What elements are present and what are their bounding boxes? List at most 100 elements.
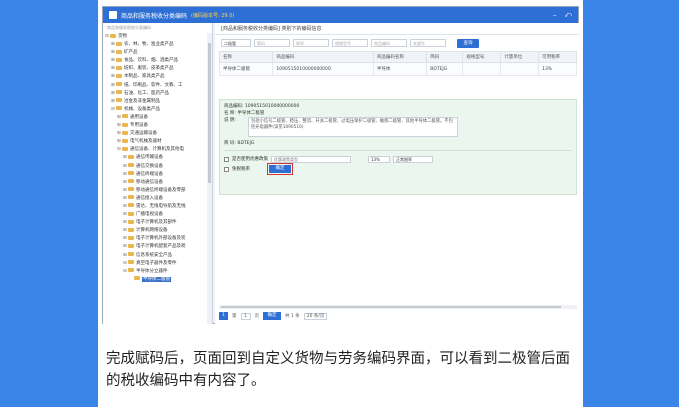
app-screenshot: 商品和服务税收分类编码 (编码版本号: 29.0) – ⤺ 商品和服务税收分类编… bbox=[102, 6, 579, 324]
folder-icon bbox=[128, 187, 134, 192]
tree-item[interactable]: 半导体二极管 bbox=[103, 276, 212, 284]
horizontal-scrollbar-thumb[interactable] bbox=[221, 306, 561, 308]
tree-item[interactable]: ⊞ 电子计算机配套产品及耗 bbox=[103, 243, 212, 251]
go-page-button[interactable]: 确定 bbox=[263, 312, 281, 320]
tree-item[interactable]: ⊞ 通信接入设备 bbox=[103, 195, 212, 203]
tree-scrollbar-thumb[interactable] bbox=[208, 43, 211, 183]
spec-input[interactable]: 规格型号 bbox=[332, 39, 368, 47]
column-header[interactable]: 规格型号 bbox=[462, 51, 502, 63]
column-header[interactable]: 商品编码名称 bbox=[372, 51, 428, 63]
preference-type-select[interactable]: 优惠政策类型 bbox=[271, 155, 351, 163]
table-header: 名称 商品编码 商品编码名称 简码 规格型号 计量单位 可用税率 bbox=[218, 51, 577, 63]
shortcode-input[interactable]: 简码 bbox=[254, 39, 290, 47]
tree-item[interactable]: ⊞ 矿产品 bbox=[103, 49, 212, 57]
folder-icon bbox=[122, 130, 128, 135]
table-row[interactable]: 半导体二极管 1090515010000000000 半导体 BDTEJG 13% bbox=[218, 62, 577, 76]
tree-item[interactable]: ⊞ 纸、印刷品、软件、文教、工 bbox=[103, 82, 212, 90]
minimize-icon[interactable]: – bbox=[553, 11, 557, 19]
page-input[interactable]: 1 bbox=[240, 312, 251, 320]
tree-item[interactable]: ⊞ 交通运输设备 bbox=[103, 130, 212, 138]
tree-item[interactable]: ⊞ 木制品、家具类产品 bbox=[103, 73, 212, 81]
confirm-highlight: 确定 bbox=[267, 163, 293, 175]
preference-checkbox[interactable] bbox=[224, 156, 229, 162]
product-code-input[interactable]: 商品编码 bbox=[371, 39, 407, 47]
folder-icon bbox=[116, 98, 122, 103]
folder-icon bbox=[128, 219, 134, 224]
detail-desc-row: 说 明: 包括小信号二极管、稳压、整流、开关二极管、过电压保护二极管、敏感二极管… bbox=[224, 117, 572, 140]
tax-free-row: 免税税率 确定 bbox=[224, 163, 572, 175]
folder-icon bbox=[122, 146, 128, 151]
tree-item[interactable]: ⊞ 移动通信设备 bbox=[103, 179, 212, 187]
tax-free-checkbox[interactable] bbox=[224, 166, 229, 172]
horizontal-scrollbar[interactable] bbox=[219, 305, 577, 309]
column-header[interactable]: 名称 bbox=[218, 51, 274, 63]
folder-icon bbox=[122, 138, 128, 143]
tree-item-label: 广播电视设备 bbox=[136, 212, 163, 218]
detail-desc-text[interactable]: 包括小信号二极管、稳压、整流、开关二极管、过电压保护二极管、敏感二极管、其他半导… bbox=[247, 117, 458, 137]
tree-item-label: 纺织、服装、皮革类产品 bbox=[124, 66, 174, 72]
code-panel: [商品和服务税收分类编码] 类别下的编码信息 二极管 简码 税率 规格型号 商品… bbox=[215, 23, 579, 324]
tree-item-label: 电子计算机外部设备及装 bbox=[136, 236, 186, 242]
tree-item[interactable]: ⊟ 货物 bbox=[103, 33, 212, 41]
tree-item[interactable]: ⊞ 雷达、无线电导航及无线 bbox=[103, 203, 212, 211]
tree-item-label: 通信传输设备 bbox=[136, 155, 163, 161]
tree-item-label: 移动通信设备 bbox=[136, 179, 163, 185]
tree-item[interactable]: ⊞ 农、林、牧、渔业类产品 bbox=[103, 41, 212, 49]
tree-item-label: 交通运输设备 bbox=[130, 131, 157, 137]
tree-item-label: 食品、饮料、烟、酒类产品 bbox=[124, 58, 178, 64]
tree-item[interactable]: ⊞ 专用设备 bbox=[103, 122, 212, 130]
column-header[interactable]: 计量单位 bbox=[500, 51, 540, 63]
folder-icon bbox=[128, 203, 134, 208]
window-title: 商品和服务税收分类编码 bbox=[121, 12, 188, 20]
restore-icon[interactable]: ⤺ bbox=[565, 11, 572, 20]
tree-item[interactable]: ⊞ 电子计算机外部设备及装 bbox=[103, 235, 212, 243]
tree-item[interactable]: ⊞ 通信终端设备 bbox=[103, 171, 212, 179]
page-size-select[interactable]: 20 条/页 bbox=[303, 312, 328, 320]
tree-item[interactable]: ⊞ 广播电视设备 bbox=[103, 211, 212, 219]
tree-item[interactable]: ⊞ 计算机网络设备 bbox=[103, 227, 212, 235]
tree-item[interactable]: ⊞ 通信交换设备 bbox=[103, 163, 212, 171]
tree-scrollbar[interactable] bbox=[207, 33, 212, 324]
column-header[interactable]: 可用税率 bbox=[538, 51, 577, 63]
tree-item[interactable]: ⊞ 食品、饮料、烟、酒类产品 bbox=[103, 57, 212, 65]
tree-item[interactable]: ⊞ 信息系统安全产品 bbox=[103, 252, 212, 260]
tree-item[interactable]: ⊞ 纺织、服装、皮革类产品 bbox=[103, 65, 212, 73]
folder-icon bbox=[128, 163, 134, 167]
tree-item-label: 雷达、无线电导航及无线 bbox=[136, 203, 186, 209]
tree-item[interactable]: ⊞ 通用设备 bbox=[103, 114, 212, 122]
column-header[interactable]: 商品编码 bbox=[272, 51, 374, 63]
pagination: 1 第 1 页 确定 共 1 条 20 条/页 bbox=[219, 311, 328, 321]
tax-rate-select[interactable]: 13% bbox=[368, 155, 390, 163]
rate-type-select[interactable]: 正常税率 bbox=[393, 155, 433, 163]
tree-item-label: 通信设备、计算机及其他电 bbox=[130, 147, 184, 153]
table-cell bbox=[462, 62, 502, 76]
tree-item[interactable]: ⊞ 冶金及非金属制品 bbox=[103, 98, 212, 106]
search-bar: 二极管 简码 税率 规格型号 商品编码 关键字 查询 bbox=[215, 35, 579, 51]
keyword-input[interactable]: 关键字 bbox=[410, 39, 446, 47]
column-header[interactable]: 简码 bbox=[426, 51, 464, 63]
page-number-button[interactable]: 1 bbox=[219, 312, 228, 320]
folder-icon bbox=[116, 65, 122, 70]
folder-icon bbox=[128, 268, 134, 273]
confirm-button[interactable]: 确定 bbox=[269, 165, 291, 173]
breadcrumb: [商品和服务税收分类编码] 类别下的编码信息 bbox=[215, 23, 579, 35]
tree-header: 商品和服务税收分类编码 bbox=[107, 25, 151, 30]
tree-item[interactable]: ⊟ 半导体分立器件 bbox=[103, 268, 212, 276]
tree-item[interactable]: ⊟ 通信设备、计算机及其他电 bbox=[103, 146, 212, 154]
tree-item[interactable]: ⊟ 真空电子器件及零件 bbox=[103, 260, 212, 268]
tree-item[interactable]: ⊞ 电子计算机及其部件 bbox=[103, 219, 212, 227]
query-button[interactable]: 查询 bbox=[457, 38, 479, 48]
tree-item[interactable]: ⊞ 电气机械及器材 bbox=[103, 138, 212, 146]
folder-icon bbox=[116, 82, 122, 87]
detail-panel: 商品编码: 1090515010000000000 名 称: 半导体二极管 说 … bbox=[219, 99, 577, 195]
tree-item-label: 矿产品 bbox=[124, 50, 138, 56]
name-search-input[interactable]: 二极管 bbox=[221, 39, 251, 47]
tree-item-label: 通信交换设备 bbox=[136, 163, 163, 169]
tax-free-label: 免税税率 bbox=[232, 167, 250, 172]
tree-item[interactable]: ⊞ 石油、化工、医药产品 bbox=[103, 90, 212, 98]
tax-rate-input[interactable]: 税率 bbox=[293, 39, 329, 47]
tree-item[interactable]: ⊟ 机械、设备类产品 bbox=[103, 106, 212, 114]
tree-item[interactable]: ⊞ 移动通信终端设备及零部 bbox=[103, 187, 212, 195]
tree-item[interactable]: ⊞ 通信传输设备 bbox=[103, 154, 212, 162]
table-cell: 半导体 bbox=[372, 62, 428, 76]
